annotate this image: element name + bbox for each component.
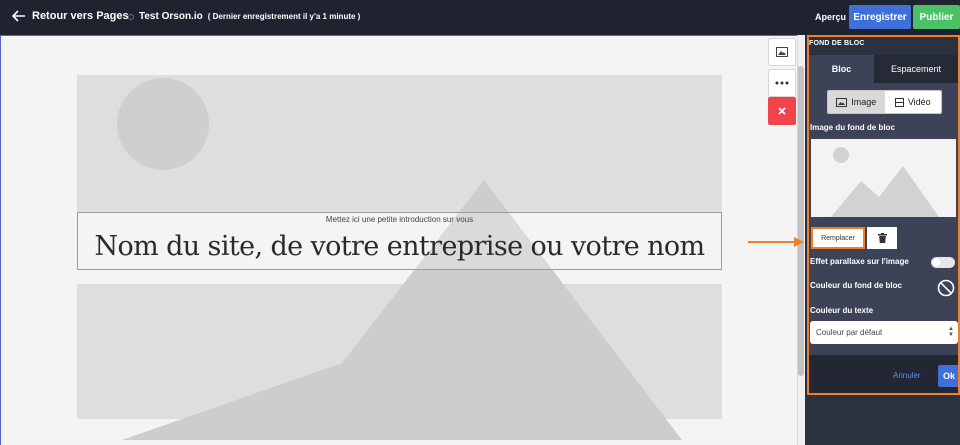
film-icon — [894, 97, 904, 107]
parallax-label: Effet parallaxe sur l'image — [810, 257, 909, 266]
media-option-image[interactable]: Image — [828, 91, 885, 113]
block-background-button[interactable] — [768, 38, 796, 66]
image-placeholder-top — [77, 75, 722, 212]
close-icon — [778, 107, 786, 115]
preview-button[interactable]: Aperçu — [815, 12, 846, 22]
panel-title: FOND DE BLOC — [809, 40, 865, 47]
bg-color-label: Couleur du fond de bloc — [810, 281, 902, 290]
image-icon — [836, 97, 848, 107]
background-image-preview — [811, 139, 956, 217]
toggle-knob — [932, 258, 941, 267]
media-option-video-label: Vidéo — [907, 97, 931, 107]
delete-image-button[interactable] — [867, 227, 897, 249]
text-color-value: Couleur par défaut — [816, 328, 883, 337]
save-button[interactable]: Enregistrer — [849, 5, 911, 29]
intro-text[interactable]: Mettez ici une petite introduction sur v… — [78, 215, 721, 224]
cancel-button[interactable]: Annuler — [893, 371, 921, 380]
tab-bloc[interactable]: Bloc — [809, 55, 874, 83]
site-info: Test Orson.io ( Dernier enregistrement i… — [128, 11, 360, 22]
top-bar: Retour vers Pages Test Orson.io ( Dernie… — [0, 0, 960, 35]
trash-icon — [877, 233, 887, 243]
canvas-scrollbar-thumb[interactable] — [798, 66, 804, 376]
select-arrows-icon: ▲ ▼ — [948, 326, 954, 338]
media-option-image-label: Image — [851, 97, 877, 107]
back-label: Retour vers Pages — [32, 10, 129, 22]
media-option-video[interactable]: Vidéo — [884, 91, 941, 113]
preview-sun-icon — [833, 147, 849, 163]
intro-text-block[interactable]: Mettez ici une petite introduction sur v… — [77, 212, 722, 270]
delete-block-button[interactable] — [768, 97, 796, 125]
back-to-pages-link[interactable]: Retour vers Pages — [12, 10, 129, 22]
text-color-label: Couleur du texte — [810, 306, 874, 315]
arrow-left-icon — [12, 10, 25, 22]
image-section-label: Image du fond de bloc — [810, 123, 895, 132]
parallax-toggle[interactable] — [931, 257, 955, 268]
ellipsis-icon — [775, 81, 789, 85]
preview-mountain-icon — [831, 166, 939, 217]
publish-button[interactable]: Publier — [913, 5, 960, 29]
text-color-select[interactable]: Couleur par défaut ▲ ▼ — [810, 321, 958, 344]
ok-button[interactable]: Ok — [938, 365, 960, 387]
save-status: ( Dernier enregistrement il y'a 1 minute… — [207, 12, 361, 21]
no-color-icon[interactable] — [937, 279, 955, 297]
status-dot-icon — [128, 13, 134, 20]
media-type-toggle: Image Vidéo — [827, 90, 942, 114]
site-name: Test Orson.io — [139, 11, 203, 22]
replace-image-button[interactable]: Remplacer — [811, 227, 865, 249]
image-placeholder-bottom — [77, 284, 722, 419]
tab-espacement[interactable]: Espacement — [874, 55, 958, 83]
more-options-button[interactable] — [768, 69, 796, 97]
panel-footer — [809, 355, 958, 393]
image-icon — [776, 47, 788, 57]
site-headline[interactable]: Nom du site, de votre entreprise ou votr… — [78, 231, 721, 262]
